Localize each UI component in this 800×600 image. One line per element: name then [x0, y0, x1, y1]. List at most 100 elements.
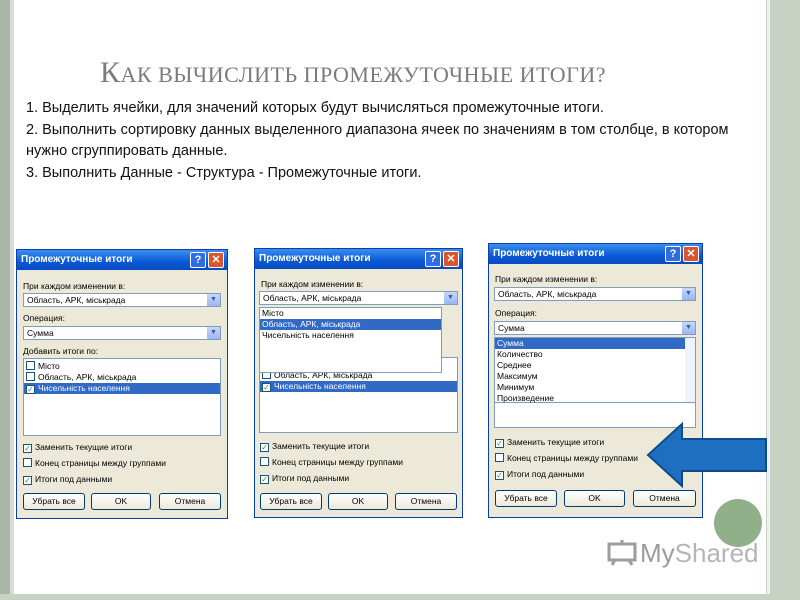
group-by-value: Область, АРК, міськрада	[498, 289, 597, 299]
dialog-titlebar: Промежуточные итоги ? ✕	[489, 244, 702, 264]
ok-button[interactable]: OK	[91, 493, 151, 510]
slide-frame-right-line	[767, 0, 770, 600]
dropdown-arrow-icon[interactable]: ▼	[682, 322, 695, 334]
page-break-checkbox[interactable]: Конец страницы между группами	[495, 453, 638, 463]
close-icon[interactable]: ✕	[683, 246, 699, 262]
myshared-logo: MyShared	[606, 538, 759, 569]
cancel-button[interactable]: Отмена	[159, 493, 221, 510]
slide-frame-right	[766, 0, 800, 600]
page-break-checkbox[interactable]: Конец страницы между группами	[23, 458, 166, 468]
page-break-checkbox[interactable]: Конец страницы между группами	[260, 457, 403, 467]
group-by-select[interactable]: Область, АРК, міськрада ▼	[494, 287, 696, 301]
dropdown-option[interactable]: Произведение	[495, 393, 695, 404]
checkbox-icon[interactable]: ✓	[260, 475, 269, 484]
close-icon[interactable]: ✕	[208, 252, 224, 268]
list-item[interactable]: Область, АРК, міськрада	[24, 372, 220, 383]
list-item-label: Чисельність населення	[38, 383, 130, 393]
checkbox-icon[interactable]	[26, 361, 35, 370]
dropdown-scrollbar[interactable]	[685, 338, 695, 402]
page-break-label: Конец страницы между группами	[35, 458, 166, 468]
checkbox-icon[interactable]: ✓	[262, 383, 271, 392]
checkbox-icon[interactable]: ✓	[495, 439, 504, 448]
slide-frame-left	[0, 0, 10, 600]
dropdown-arrow-icon[interactable]: ▼	[682, 288, 695, 300]
slide-frame-bottom	[0, 594, 800, 600]
summary-below-label: Итоги под данными	[272, 473, 350, 483]
dropdown-option[interactable]: Количество	[495, 349, 695, 360]
group-by-value: Область, АРК, міськрада	[27, 295, 126, 305]
dropdown-option[interactable]: Среднее	[495, 360, 695, 371]
replace-totals-label: Заменить текущие итоги	[272, 441, 370, 451]
list-item-selected[interactable]: ✓ Чисельність населення	[24, 383, 220, 394]
step-2: 2. Выполнить сортировку данных выделенно…	[26, 122, 729, 159]
list-item[interactable]: Місто	[24, 361, 220, 372]
help-icon[interactable]: ?	[425, 251, 441, 267]
help-icon[interactable]: ?	[665, 246, 681, 262]
dropdown-option[interactable]: Минимум	[495, 382, 695, 393]
dialog-titlebar: Промежуточные итоги ? ✕	[17, 250, 227, 270]
checkbox-icon[interactable]: ✓	[23, 476, 32, 485]
checkbox-icon[interactable]	[23, 458, 32, 467]
steps-list: 1. Выделить ячейки, для значений которых…	[26, 98, 766, 185]
operation-value: Сумма	[27, 328, 54, 338]
add-totals-list[interactable]: Місто Область, АРК, міськрада ✓ Чисельніс…	[23, 358, 221, 436]
operation-select[interactable]: Сумма ▼	[494, 321, 696, 335]
dropdown-arrow-icon[interactable]: ▼	[444, 292, 457, 304]
group-by-dropdown-list[interactable]: Місто Область, АРК, міськрада Чисельніст…	[259, 307, 442, 373]
dropdown-arrow-icon[interactable]: ▼	[207, 294, 220, 306]
remove-all-button[interactable]: Убрать все	[260, 493, 322, 510]
dropdown-option[interactable]: Максимум	[495, 371, 695, 382]
group-by-label: При каждом изменении в:	[23, 281, 126, 291]
replace-totals-label: Заменить текущие итоги	[507, 437, 605, 447]
checkbox-icon[interactable]	[260, 457, 269, 466]
checkbox-icon[interactable]: ✓	[26, 385, 35, 394]
list-item-label: Область, АРК, міськрада	[38, 372, 137, 382]
dropdown-option[interactable]: Чисельність населення	[260, 330, 441, 341]
operation-value: Сумма	[498, 323, 525, 333]
logo-text-my: My	[640, 538, 675, 568]
cancel-button[interactable]: Отмена	[395, 493, 457, 510]
summary-below-label: Итоги под данными	[35, 474, 113, 484]
ok-button[interactable]: OK	[564, 490, 625, 507]
list-item-selected[interactable]: ✓ Чисельність населення	[260, 381, 457, 392]
summary-below-label: Итоги под данными	[507, 469, 585, 479]
operation-select[interactable]: Сумма ▼	[23, 326, 221, 340]
dropdown-option[interactable]: Місто	[260, 308, 441, 319]
remove-all-button[interactable]: Убрать все	[23, 493, 85, 510]
checkbox-icon[interactable]: ✓	[23, 444, 32, 453]
summary-below-checkbox[interactable]: ✓ Итоги под данными	[495, 469, 584, 480]
checkbox-icon[interactable]: ✓	[495, 471, 504, 480]
operation-label: Операция:	[23, 313, 65, 323]
page-break-label: Конец страницы между группами	[507, 453, 638, 463]
remove-all-button[interactable]: Убрать все	[495, 490, 557, 507]
add-totals-label: Добавить итоги по:	[23, 346, 99, 356]
step-1: 1. Выделить ячейки, для значений которых…	[26, 100, 604, 116]
operation-dropdown-list[interactable]: Сумма Количество Среднее Максимум Миниму…	[494, 337, 696, 403]
dialog-title: Промежуточные итоги	[259, 253, 371, 264]
subtotals-dialog-1: Промежуточные итоги ? ✕ При каждом измен…	[16, 249, 228, 519]
slide-frame-left-inner	[10, 0, 14, 600]
replace-totals-checkbox[interactable]: ✓ Заменить текущие итоги	[495, 437, 604, 448]
group-by-select[interactable]: Область, АРК, міськрада ▼	[259, 291, 458, 305]
dropdown-option-selected[interactable]: Область, АРК, міськрада	[260, 319, 441, 330]
checkbox-icon[interactable]	[26, 372, 35, 381]
dropdown-option-selected[interactable]: Сумма	[495, 338, 685, 349]
close-icon[interactable]: ✕	[443, 251, 459, 267]
summary-below-checkbox[interactable]: ✓ Итоги под данными	[23, 474, 112, 485]
cancel-button[interactable]: Отмена	[633, 490, 696, 507]
group-by-select[interactable]: Область, АРК, міськрада ▼	[23, 293, 221, 307]
replace-totals-checkbox[interactable]: ✓ Заменить текущие итоги	[260, 441, 369, 452]
page-break-label: Конец страницы между группами	[272, 457, 403, 467]
help-icon[interactable]: ?	[190, 252, 206, 268]
group-by-value: Область, АРК, міськрада	[263, 293, 362, 303]
checkbox-icon[interactable]: ✓	[260, 443, 269, 452]
checkbox-icon[interactable]	[495, 453, 504, 462]
operation-label: Операция:	[495, 308, 537, 318]
summary-below-checkbox[interactable]: ✓ Итоги под данными	[260, 473, 349, 484]
step-3: 3. Выполнить Данные - Структура - Промеж…	[26, 165, 422, 181]
ok-button[interactable]: OK	[328, 493, 388, 510]
slide-title-initial: К	[100, 56, 121, 89]
dropdown-arrow-icon[interactable]: ▼	[207, 327, 220, 339]
replace-totals-checkbox[interactable]: ✓ Заменить текущие итоги	[23, 442, 132, 453]
right-arrow-icon	[646, 422, 767, 488]
